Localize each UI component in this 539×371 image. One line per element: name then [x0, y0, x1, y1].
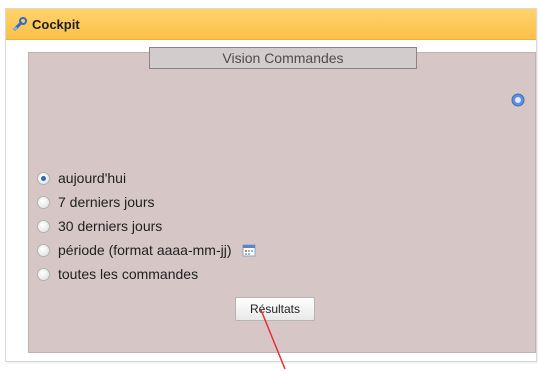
- help-icon[interactable]: [511, 93, 525, 107]
- radio-toutes-les-commandes[interactable]: [37, 267, 50, 281]
- results-button[interactable]: Résultats: [235, 297, 315, 321]
- panel-title: Cockpit: [32, 16, 80, 32]
- radio-periode[interactable]: [37, 243, 50, 257]
- panel-header: Cockpit: [6, 9, 536, 40]
- option-7-derniers-jours[interactable]: 7 derniers jours: [37, 190, 256, 214]
- option-30-derniers-jours[interactable]: 30 derniers jours: [37, 214, 256, 238]
- option-aujourdhui[interactable]: aujourd'hui: [37, 166, 256, 190]
- tools-icon: [13, 17, 27, 31]
- option-toutes-les-commandes[interactable]: toutes les commandes: [37, 262, 256, 286]
- option-label: toutes les commandes: [58, 266, 199, 282]
- cockpit-panel: Cockpit Vision Commandes aujourd'hui 7 d…: [5, 8, 537, 362]
- option-label: 7 derniers jours: [58, 194, 155, 210]
- radio-7-derniers-jours[interactable]: [37, 195, 50, 209]
- option-label: période (format aaaa-mm-jj): [58, 242, 232, 258]
- option-label: aujourd'hui: [58, 170, 127, 186]
- option-label: 30 derniers jours: [58, 218, 163, 234]
- radio-aujourdhui[interactable]: [37, 171, 50, 185]
- vision-commandes-section: Vision Commandes aujourd'hui 7 derniers …: [28, 47, 536, 353]
- section-title: Vision Commandes: [149, 47, 417, 69]
- radio-30-derniers-jours[interactable]: [37, 219, 50, 233]
- calendar-icon[interactable]: [242, 243, 256, 257]
- date-range-options: aujourd'hui 7 derniers jours 30 derniers…: [37, 166, 256, 286]
- option-periode[interactable]: période (format aaaa-mm-jj): [37, 238, 256, 262]
